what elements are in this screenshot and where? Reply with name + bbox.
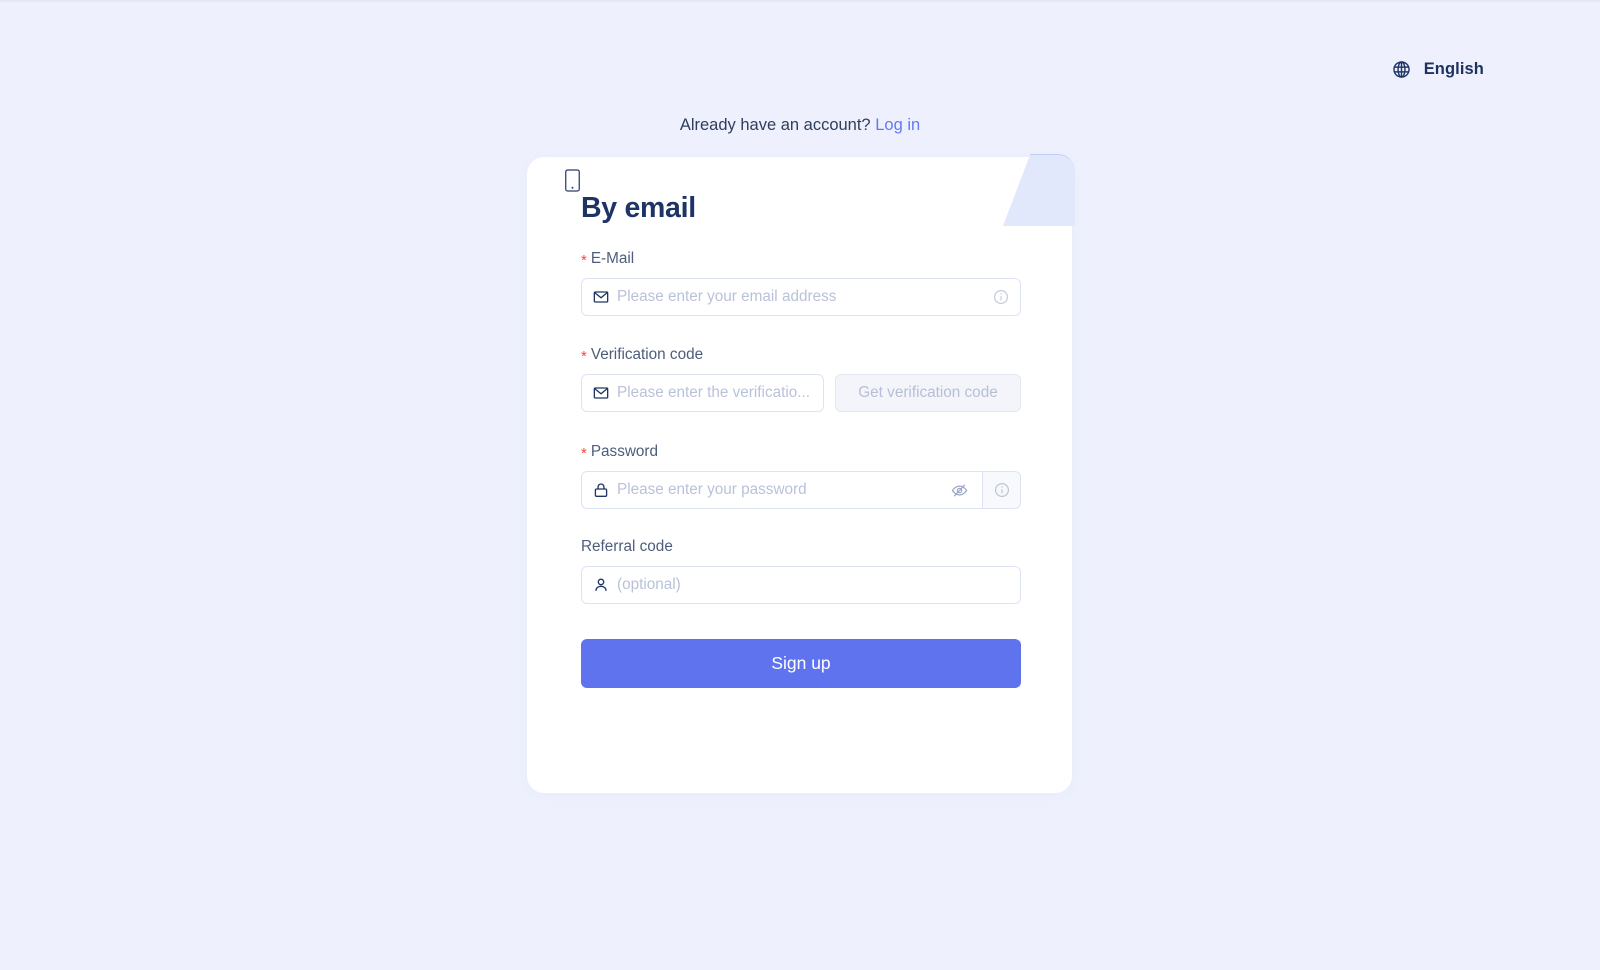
verification-code-placeholder: Please enter the verificatio... [617, 384, 811, 401]
password-label: * Password [581, 443, 1021, 461]
verification-code-field-group: * Verification code Please enter the ver… [581, 346, 1021, 412]
required-marker: * [581, 348, 587, 365]
envelope-icon [593, 385, 609, 401]
page-title: By email [581, 192, 696, 224]
envelope-icon [593, 289, 609, 305]
user-icon [593, 577, 609, 593]
account-prompt-text: Already have an account? [679, 116, 871, 134]
required-marker: * [581, 252, 587, 269]
required-marker: * [581, 445, 587, 462]
email-field-group: * E-Mail Please enter your email address [581, 250, 1021, 316]
password-input[interactable]: Please enter your password [581, 471, 982, 509]
verification-code-label-text: Verification code [590, 346, 704, 363]
signup-card: By email * E-Mail Please enter your emai… [527, 154, 1075, 793]
signup-form: * E-Mail Please enter your email address [581, 250, 1021, 688]
password-info-button[interactable] [982, 471, 1021, 509]
get-verification-code-button[interactable]: Get verification code [835, 374, 1021, 412]
email-placeholder: Please enter your email address [617, 288, 837, 305]
referral-code-input-wrap: (optional) [581, 566, 1021, 604]
password-input-wrap: Please enter your password [581, 471, 1021, 509]
email-input-wrap: Please enter your email address [581, 278, 1021, 316]
email-input[interactable]: Please enter your email address [581, 278, 1021, 316]
globe-icon [1392, 60, 1411, 79]
email-label: * E-Mail [581, 250, 1021, 268]
verification-code-input-wrap: Please enter the verificatio... Get veri… [581, 374, 1021, 412]
info-circle-icon[interactable] [993, 289, 1009, 305]
referral-code-field-group: Referral code (optional) [581, 538, 1021, 604]
referral-code-label: Referral code [581, 538, 1021, 556]
verification-code-input[interactable]: Please enter the verificatio... [581, 374, 824, 412]
language-selector[interactable]: English [1392, 60, 1484, 79]
email-label-text: E-Mail [590, 250, 635, 267]
password-placeholder: Please enter your password [617, 481, 807, 498]
corner-tab-edge [1003, 154, 1075, 226]
verification-code-label: * Verification code [581, 346, 1021, 364]
account-prompt: Already have an account? Log in [0, 116, 1600, 135]
referral-code-label-text: Referral code [581, 538, 673, 555]
referral-code-input[interactable]: (optional) [581, 566, 1021, 604]
referral-code-placeholder: (optional) [617, 576, 681, 593]
language-label: English [1423, 60, 1484, 78]
password-field-group: * Password Please enter your password [581, 443, 1021, 509]
sign-up-button[interactable]: Sign up [581, 639, 1021, 688]
lock-icon [593, 482, 609, 498]
login-link[interactable]: Log in [875, 116, 920, 134]
info-circle-icon [994, 482, 1010, 498]
eye-slash-icon[interactable] [951, 482, 971, 499]
switch-to-mobile-tab[interactable] [1003, 154, 1075, 226]
password-label-text: Password [590, 443, 659, 460]
top-hairline [0, 0, 1600, 2]
